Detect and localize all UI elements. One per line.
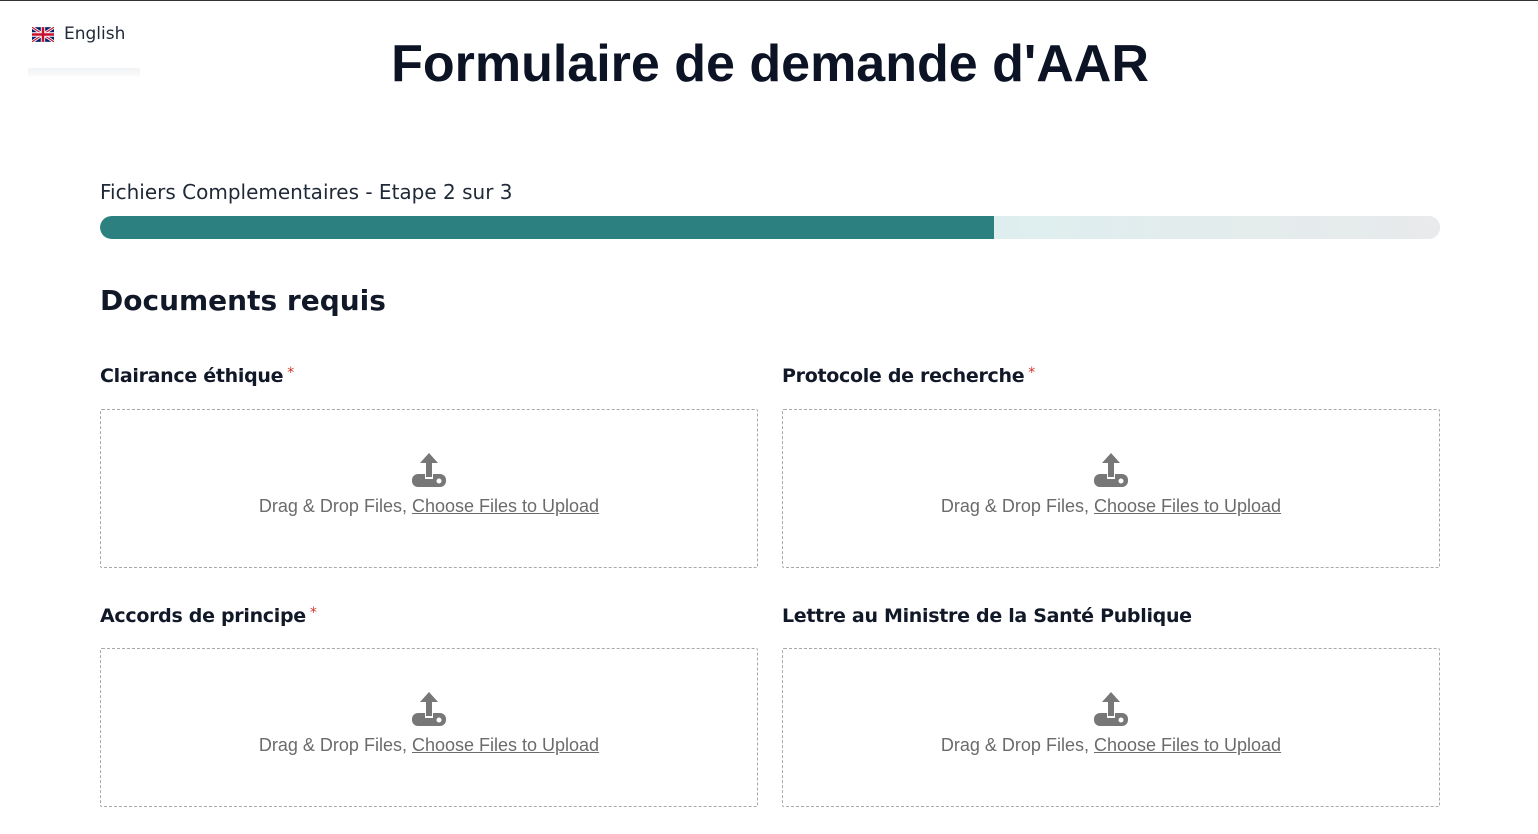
choose-files-link[interactable]: Choose Files to Upload — [1094, 496, 1281, 516]
dropzone-text: Drag & Drop Files, Choose Files to Uploa… — [941, 496, 1281, 517]
field-label-text: Clairance éthique — [100, 365, 284, 387]
dropzone-accords[interactable]: Drag & Drop Files, Choose Files to Uploa… — [100, 648, 758, 807]
field-label-protocole: Protocole de recherche * — [782, 365, 1035, 387]
section-title: Documents requis — [100, 284, 386, 317]
upload-icon — [1094, 692, 1128, 726]
dropzone-clairance[interactable]: Drag & Drop Files, Choose Files to Uploa… — [100, 409, 758, 568]
field-label-accords: Accords de principe * — [100, 605, 317, 627]
field-label-text: Lettre au Ministre de la Santé Publique — [782, 605, 1192, 627]
field-label-text: Protocole de recherche — [782, 365, 1025, 387]
progress-fill — [100, 216, 994, 239]
dropzone-protocole[interactable]: Drag & Drop Files, Choose Files to Uploa… — [782, 409, 1440, 568]
dropzone-lettre-ministre[interactable]: Drag & Drop Files, Choose Files to Uploa… — [782, 648, 1440, 807]
progress-bar — [100, 216, 1440, 239]
choose-files-link[interactable]: Choose Files to Upload — [412, 735, 599, 755]
dropzone-text: Drag & Drop Files, Choose Files to Uploa… — [941, 735, 1281, 756]
upload-icon — [412, 453, 446, 487]
step-label: Fichiers Complementaires - Etape 2 sur 3 — [100, 180, 513, 204]
drag-drop-text: Drag & Drop Files, — [940, 735, 1089, 755]
field-label-lettre-ministre: Lettre au Ministre de la Santé Publique — [782, 605, 1196, 627]
required-marker: * — [287, 365, 294, 381]
dropzone-text: Drag & Drop Files, Choose Files to Uploa… — [259, 496, 599, 517]
top-border — [0, 0, 1538, 1]
required-marker: * — [309, 605, 317, 621]
dropzone-text: Drag & Drop Files, Choose Files to Uploa… — [259, 735, 599, 756]
drag-drop-text: Drag & Drop Files, — [258, 735, 407, 755]
upload-icon — [1094, 453, 1128, 487]
page-title: Formulaire de demande d'AAR — [391, 35, 1149, 93]
choose-files-link[interactable]: Choose Files to Upload — [1094, 735, 1281, 755]
drag-drop-text: Drag & Drop Files, — [940, 496, 1089, 516]
drag-drop-text: Drag & Drop Files, — [258, 496, 407, 516]
required-marker: * — [1028, 365, 1035, 381]
field-label-clairance: Clairance éthique * — [100, 365, 294, 387]
choose-files-link[interactable]: Choose Files to Upload — [412, 496, 599, 516]
field-label-text: Accords de principe — [100, 605, 306, 627]
upload-icon — [412, 692, 446, 726]
